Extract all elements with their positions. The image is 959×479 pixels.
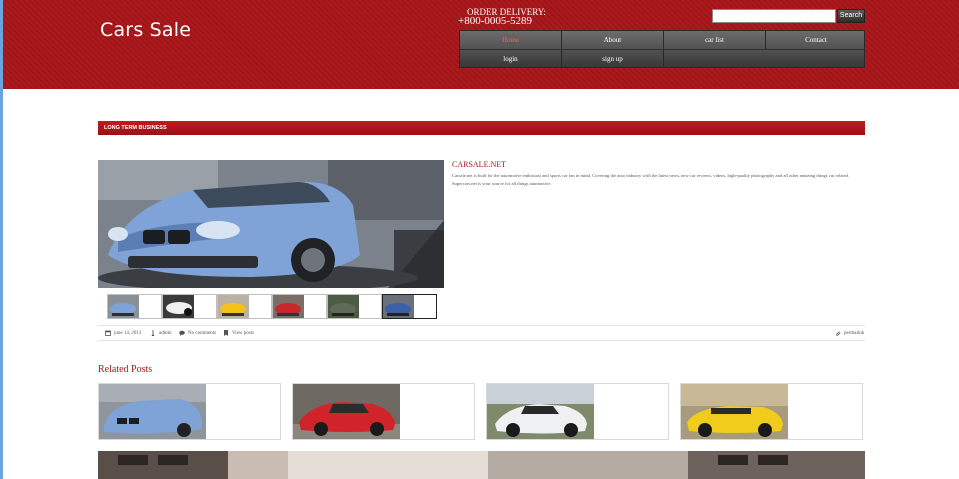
blue-bmw-thumb bbox=[108, 295, 139, 318]
meta-date: june 14, 2013 bbox=[105, 330, 141, 338]
featured-car-image[interactable] bbox=[98, 160, 444, 288]
meta-permalink[interactable]: permalink bbox=[835, 330, 864, 338]
related-posts-heading: Related Posts bbox=[98, 364, 153, 375]
meta-permalink-text: permalink bbox=[844, 331, 865, 337]
site-logo[interactable]: Cars Sale bbox=[100, 19, 191, 41]
street-banner-picture bbox=[98, 451, 865, 479]
green-car-thumb bbox=[328, 295, 359, 318]
meta-date-text: june 14, 2013 bbox=[114, 331, 142, 337]
meta-author[interactable]: admin bbox=[150, 330, 172, 338]
blue-car-thumb bbox=[383, 295, 414, 318]
post-body: Carsale.net is built for the automotive … bbox=[452, 173, 850, 186]
main-nav: Home About car list Contact login sign u… bbox=[459, 30, 865, 68]
comment-icon bbox=[179, 330, 185, 336]
meta-comments[interactable]: No comments bbox=[179, 330, 216, 338]
bottom-banner-image bbox=[98, 451, 865, 479]
white-car-thumb bbox=[163, 295, 194, 318]
thumbnail[interactable] bbox=[107, 294, 162, 319]
related-post-card[interactable] bbox=[680, 383, 863, 440]
pen-icon bbox=[150, 330, 156, 337]
related-post-card[interactable] bbox=[292, 383, 475, 440]
delivery-phone: +800-0005-5289 bbox=[458, 15, 533, 27]
red-ferrari-card-picture bbox=[293, 384, 400, 439]
section-title-bar: LONG TERM BUSINESS bbox=[98, 121, 865, 135]
nav-sign-up[interactable]: sign up bbox=[562, 50, 663, 68]
nav-car-list[interactable]: car list bbox=[664, 31, 765, 49]
blue-bmw-card-picture bbox=[99, 384, 206, 439]
search-button[interactable]: Search bbox=[837, 9, 865, 23]
related-post-card[interactable] bbox=[486, 383, 669, 440]
post-title[interactable]: CARSALE.NET bbox=[452, 160, 506, 169]
nav-contact[interactable]: Contact bbox=[766, 31, 866, 49]
related-post-card[interactable] bbox=[98, 383, 281, 440]
red-car-thumb bbox=[273, 295, 304, 318]
meta-author-text: admin bbox=[159, 331, 172, 337]
nav-divider bbox=[663, 50, 664, 68]
post-meta-bar: june 14, 2013 admin No comments View pos… bbox=[98, 325, 865, 341]
meta-view-posts-text: View posts bbox=[232, 331, 255, 337]
calendar-icon bbox=[105, 330, 111, 336]
thumbnail[interactable] bbox=[217, 294, 272, 319]
yellow-mustang-card-picture bbox=[681, 384, 788, 439]
site-header: Cars Sale ORDER DELIVERY: +800-0005-5289… bbox=[3, 0, 959, 89]
nav-about[interactable]: About bbox=[562, 31, 663, 49]
thumbnail[interactable] bbox=[272, 294, 327, 319]
yellow-car-thumb bbox=[218, 295, 249, 318]
paperclip-icon bbox=[835, 330, 841, 336]
bookmark-icon bbox=[223, 330, 229, 336]
white-corvette-card-picture bbox=[487, 384, 594, 439]
thumbnail-selected[interactable] bbox=[382, 294, 437, 319]
nav-home[interactable]: Home bbox=[460, 31, 561, 49]
meta-view-posts[interactable]: View posts bbox=[223, 330, 254, 338]
thumbnail[interactable] bbox=[327, 294, 382, 319]
search-input[interactable] bbox=[712, 9, 836, 23]
nav-login[interactable]: login bbox=[460, 50, 561, 68]
meta-comments-text: No comments bbox=[188, 331, 216, 337]
blue-bmw-picture bbox=[98, 160, 444, 288]
thumbnail[interactable] bbox=[162, 294, 217, 319]
